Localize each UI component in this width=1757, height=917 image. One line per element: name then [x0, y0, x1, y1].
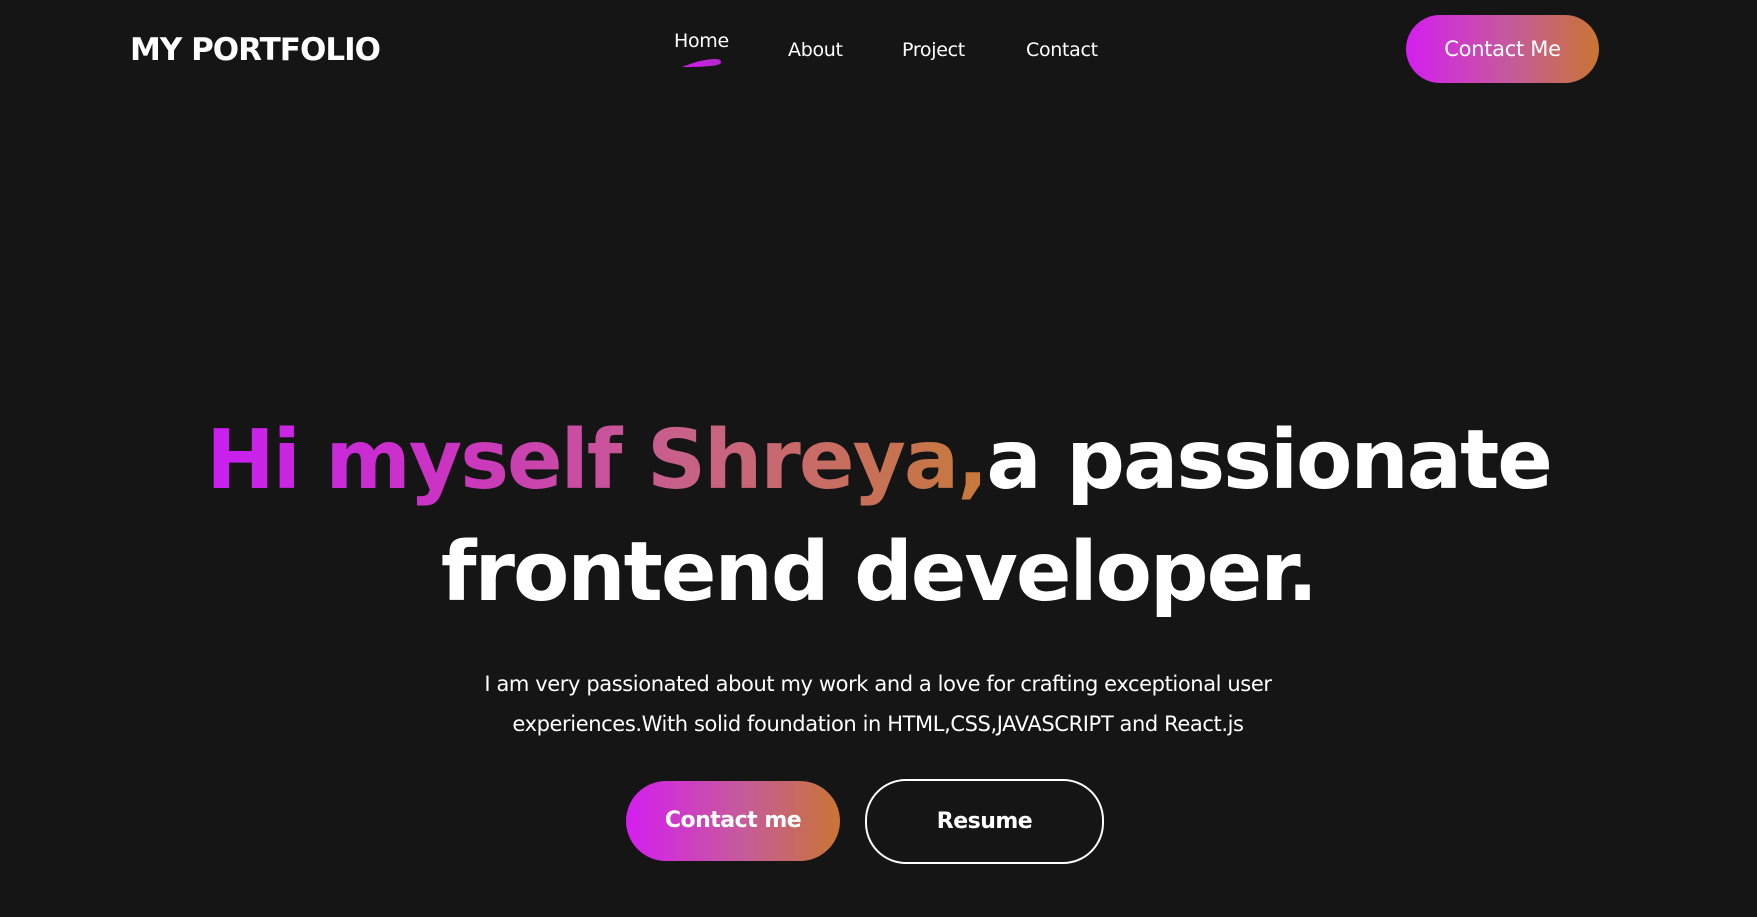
active-nav-underline-icon	[682, 59, 721, 67]
nav-link-about[interactable]: About	[788, 38, 843, 62]
contact-me-nav-button[interactable]: Contact Me	[1406, 15, 1599, 83]
hero-title: Hi myself Shreya,a passionate frontend d…	[0, 405, 1757, 629]
hero-title-line-2: frontend developer.	[440, 525, 1318, 620]
hero-description: I am very passionated about my work and …	[378, 664, 1378, 744]
contact-me-button[interactable]: Contact me	[626, 781, 840, 861]
navbar: MY PORTFOLIO Home About Project Contact …	[0, 0, 1757, 100]
resume-button[interactable]: Resume	[865, 779, 1104, 864]
hero-title-line-1: Hi myself Shreya,a passionate	[0, 405, 1757, 517]
hero-title-rest: a passionate	[986, 413, 1552, 508]
nav-link-contact[interactable]: Contact	[1026, 38, 1098, 62]
nav-link-home[interactable]: Home	[674, 29, 729, 53]
hero-title-highlight: Hi myself Shreya,	[206, 413, 988, 508]
hero-description-line-2: experiences.With solid foundation in HTM…	[512, 712, 1244, 736]
portfolio-page: MY PORTFOLIO Home About Project Contact …	[0, 0, 1757, 917]
hero-description-line-1: I am very passionated about my work and …	[484, 672, 1272, 696]
nav-link-project[interactable]: Project	[902, 38, 965, 62]
